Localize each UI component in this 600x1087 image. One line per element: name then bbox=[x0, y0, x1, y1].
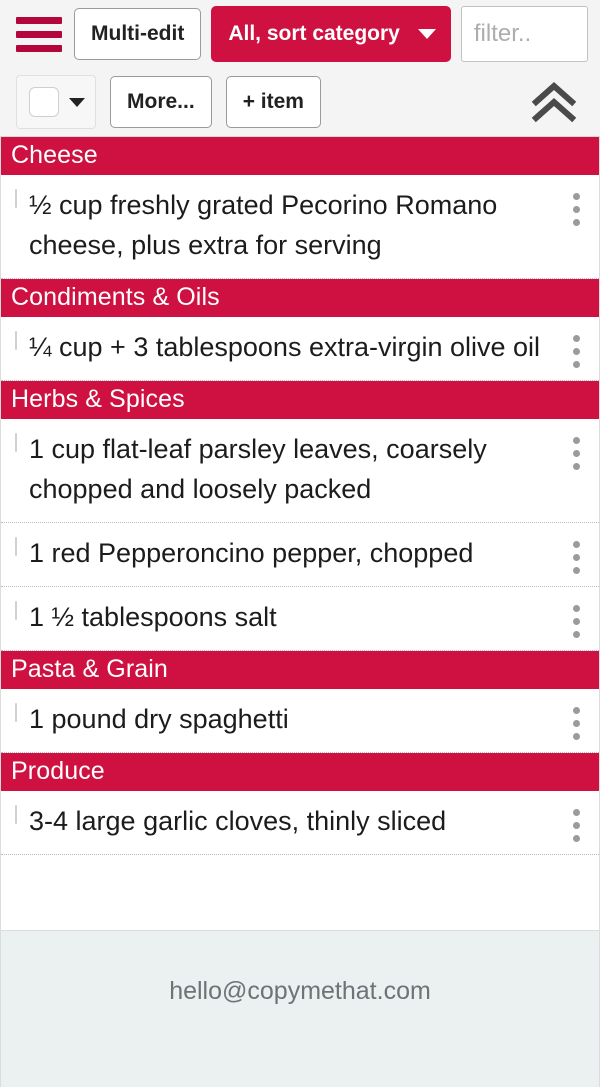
list-item-label: 1 pound dry spaghetti bbox=[29, 703, 289, 734]
select-all-checkbox[interactable] bbox=[29, 87, 59, 117]
more-options-icon[interactable] bbox=[553, 802, 599, 842]
list-item-checkbox-wrap bbox=[1, 534, 29, 556]
kebab-dot bbox=[572, 436, 580, 444]
category-header[interactable]: Condiments & Oils bbox=[1, 278, 599, 317]
hamburger-bar bbox=[16, 44, 62, 52]
list-item-label: ½ cup freshly grated Pecorino Romano che… bbox=[29, 190, 498, 260]
list-item[interactable]: 1 red Pepperoncino pepper, chopped bbox=[1, 522, 599, 587]
kebab-dot bbox=[572, 821, 580, 829]
list-item-checkbox-wrap bbox=[1, 598, 29, 620]
shopping-list: Cheese ½ cup freshly grated Pecorino Roma… bbox=[0, 137, 600, 930]
kebab-dot bbox=[572, 630, 580, 638]
category-header[interactable]: Cheese bbox=[1, 137, 599, 175]
list-item-label: 3-4 large garlic cloves, thinly sliced bbox=[29, 805, 447, 836]
list-item-checkbox-wrap bbox=[1, 802, 29, 824]
toolbar-row-primary: Multi-edit All, sort category bbox=[0, 0, 600, 68]
chevron-down-icon bbox=[69, 97, 85, 107]
list-item-checkbox-wrap bbox=[1, 700, 29, 722]
kebab-dot bbox=[572, 540, 580, 548]
list-item[interactable]: 1 pound dry spaghetti bbox=[1, 688, 599, 753]
hamburger-icon[interactable] bbox=[16, 12, 64, 56]
kebab-dot bbox=[572, 834, 580, 842]
kebab-dot bbox=[572, 219, 580, 226]
list-item[interactable]: 1 ½ tablespoons salt bbox=[1, 586, 599, 651]
kebab-dot bbox=[572, 732, 580, 740]
sort-category-label: All, sort category bbox=[228, 22, 400, 45]
hamburger-bar bbox=[16, 16, 62, 24]
kebab-dot bbox=[572, 360, 580, 368]
category-header[interactable]: Pasta & Grain bbox=[1, 650, 599, 689]
list-item-checkbox[interactable] bbox=[15, 702, 17, 722]
kebab-dot bbox=[572, 449, 580, 457]
kebab-dot bbox=[572, 462, 580, 470]
footer: hello@copymethat.com bbox=[0, 930, 600, 1087]
list-item-checkbox[interactable] bbox=[15, 330, 17, 350]
double-chevron-up-icon[interactable] bbox=[526, 74, 582, 130]
toolbar: Multi-edit All, sort category More... + … bbox=[0, 0, 600, 137]
shopping-list-app: Multi-edit All, sort category More... + … bbox=[0, 0, 600, 1087]
list-item[interactable]: 1 cup flat-leaf parsley leaves, coarsely… bbox=[1, 418, 599, 523]
list-item-checkbox[interactable] bbox=[15, 432, 17, 452]
kebab-dot bbox=[572, 617, 580, 625]
kebab-dot bbox=[572, 553, 580, 561]
list-item[interactable]: 3-4 large garlic cloves, thinly sliced bbox=[1, 790, 599, 855]
footer-email[interactable]: hello@copymethat.com bbox=[169, 977, 431, 1087]
list-item-checkbox[interactable] bbox=[15, 804, 17, 824]
list-item-label: 1 ½ tablespoons salt bbox=[29, 601, 277, 632]
chevron-down-icon bbox=[417, 29, 436, 39]
list-item[interactable]: ¼ cup + 3 tablespoons extra-virgin olive… bbox=[1, 316, 599, 381]
kebab-dot bbox=[572, 706, 580, 714]
more-options-icon[interactable] bbox=[553, 328, 599, 368]
multi-edit-button[interactable]: Multi-edit bbox=[74, 8, 202, 60]
add-item-button[interactable]: + item bbox=[225, 76, 321, 128]
kebab-dot bbox=[572, 206, 580, 213]
filter-input[interactable] bbox=[460, 6, 588, 62]
select-all-dropdown[interactable] bbox=[16, 75, 96, 129]
kebab-dot bbox=[572, 604, 580, 612]
list-item-checkbox-wrap bbox=[1, 186, 29, 208]
list-item-label: 1 red Pepperoncino pepper, chopped bbox=[29, 537, 474, 568]
list-item[interactable]: ½ cup freshly grated Pecorino Romano che… bbox=[1, 175, 599, 279]
more-options-icon[interactable] bbox=[553, 186, 599, 226]
sort-category-dropdown[interactable]: All, sort category bbox=[211, 6, 451, 62]
list-item-label: 1 cup flat-leaf parsley leaves, coarsely… bbox=[29, 433, 487, 504]
more-options-icon[interactable] bbox=[553, 598, 599, 638]
list-item-checkbox[interactable] bbox=[15, 536, 17, 556]
kebab-dot bbox=[572, 193, 580, 200]
list-item-label: ¼ cup + 3 tablespoons extra-virgin olive… bbox=[29, 331, 541, 362]
kebab-dot bbox=[572, 566, 580, 574]
list-item-checkbox-wrap bbox=[1, 328, 29, 350]
list-item-checkbox-wrap bbox=[1, 430, 29, 452]
kebab-dot bbox=[572, 334, 580, 342]
more-options-icon[interactable] bbox=[553, 700, 599, 740]
kebab-dot bbox=[572, 808, 580, 816]
more-options-icon[interactable] bbox=[553, 534, 599, 574]
more-button[interactable]: More... bbox=[110, 76, 212, 128]
kebab-dot bbox=[572, 719, 580, 727]
list-item-checkbox[interactable] bbox=[15, 600, 17, 620]
category-header[interactable]: Herbs & Spices bbox=[1, 380, 599, 419]
more-options-icon[interactable] bbox=[553, 430, 599, 470]
kebab-dot bbox=[572, 347, 580, 355]
list-item-checkbox[interactable] bbox=[15, 189, 17, 208]
hamburger-bar bbox=[16, 30, 62, 38]
category-header[interactable]: Produce bbox=[1, 752, 599, 791]
toolbar-row-secondary: More... + item bbox=[0, 68, 600, 136]
